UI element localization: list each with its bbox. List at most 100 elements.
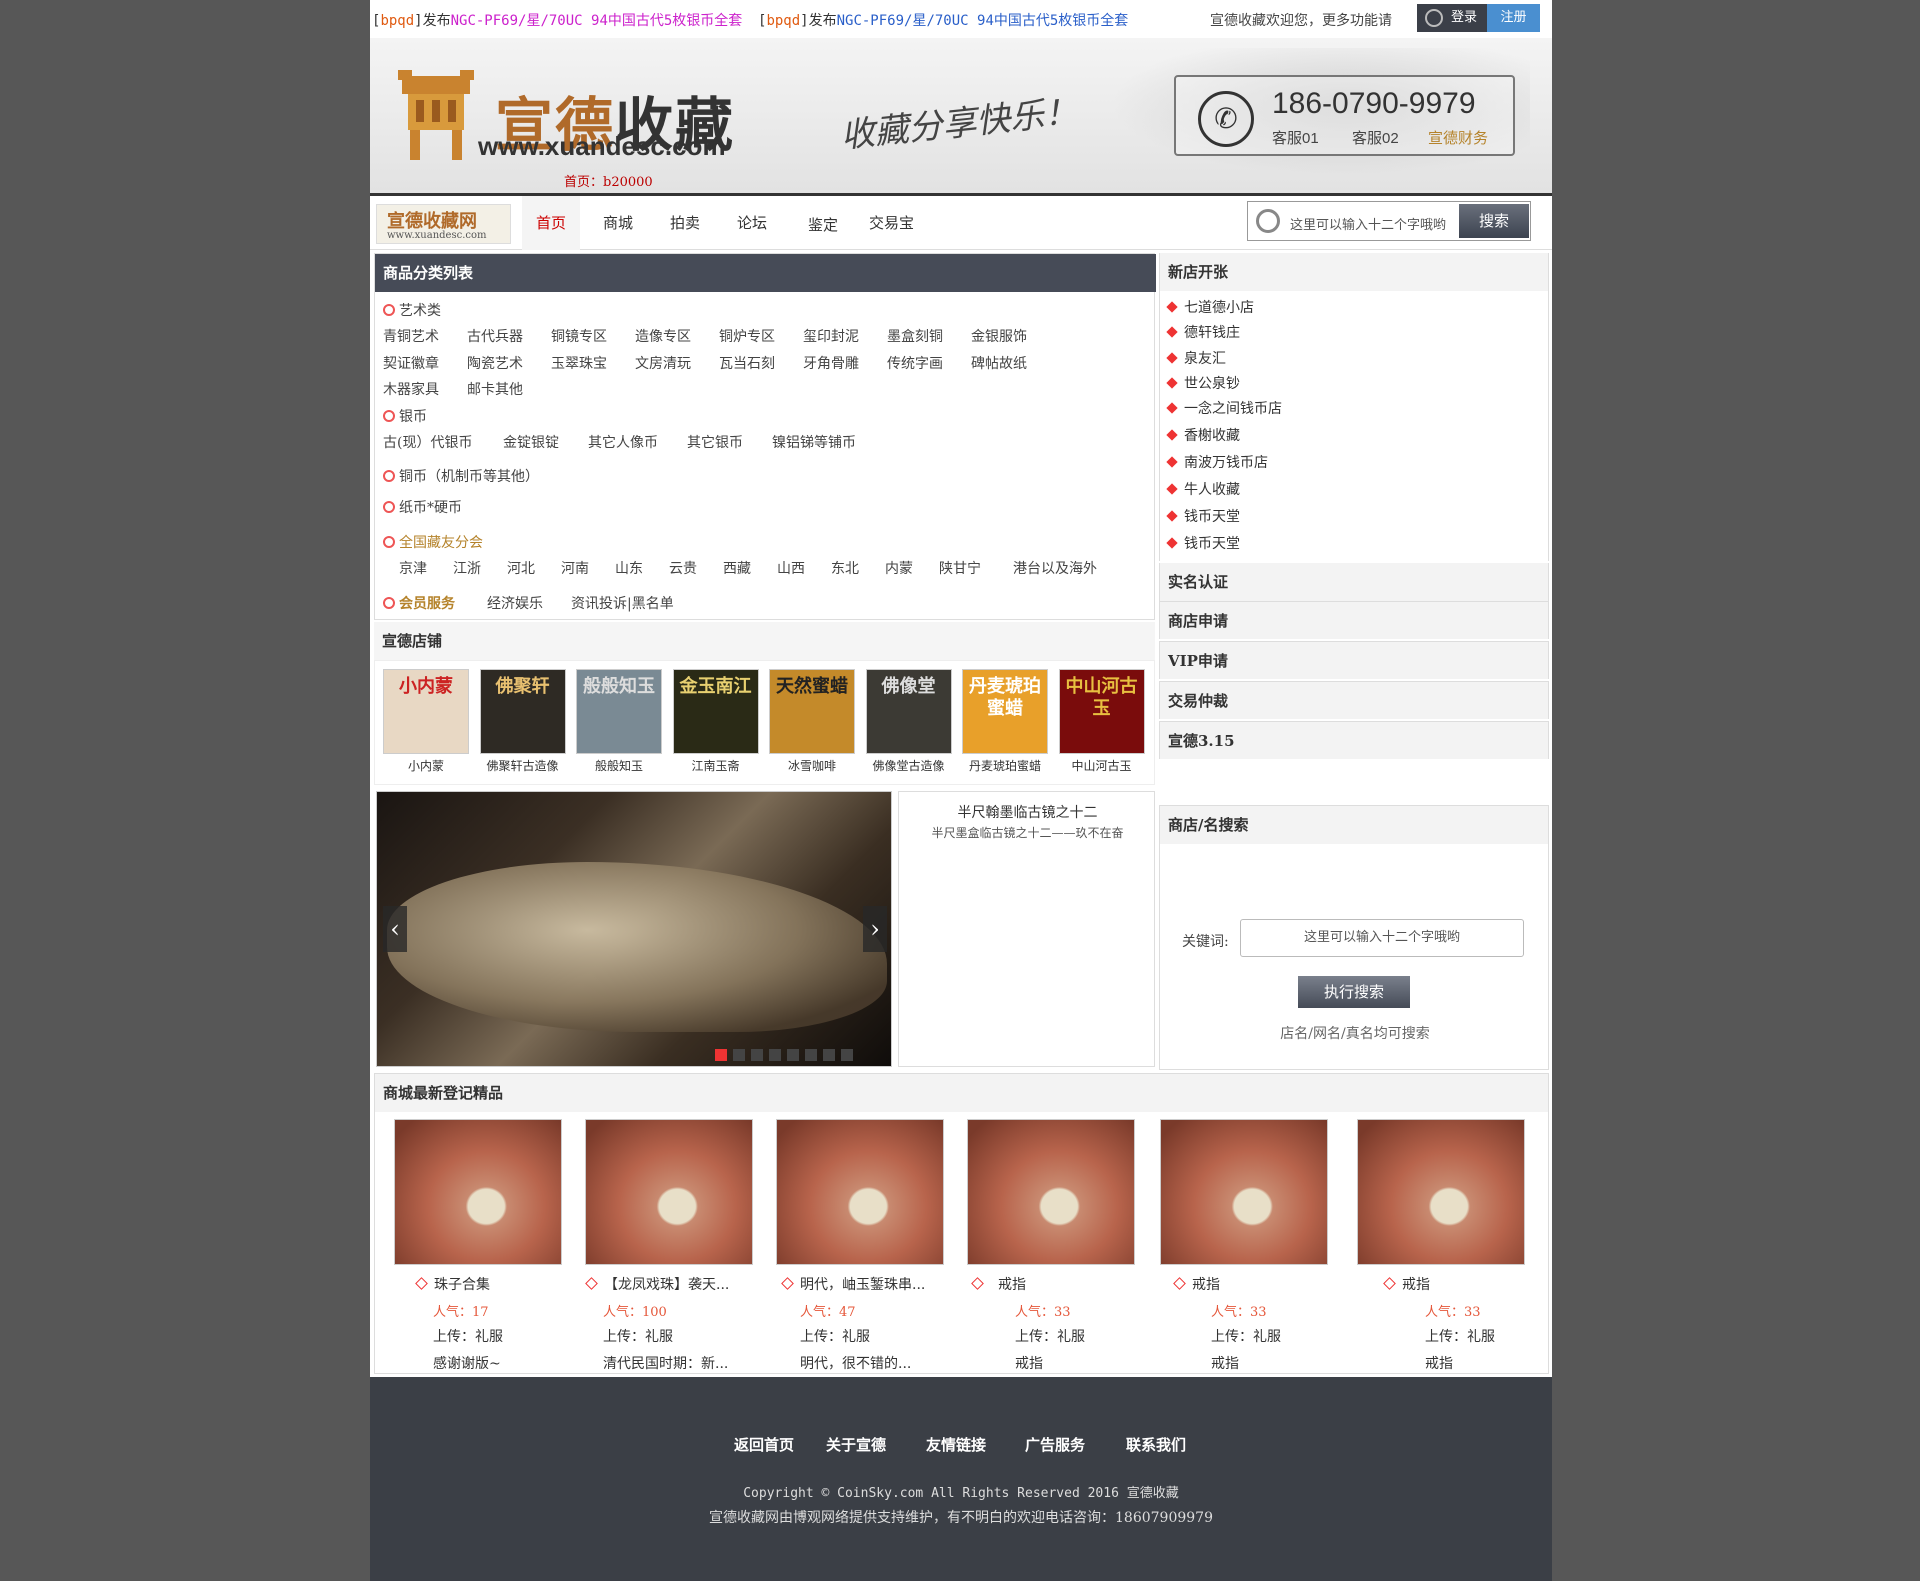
category-link[interactable]: 传统字画 — [887, 353, 943, 373]
category-link[interactable]: 青铜艺术 — [383, 326, 439, 346]
slider-dot[interactable] — [823, 1049, 835, 1061]
prev-arrow-icon[interactable]: ‹ — [383, 906, 407, 952]
link-shop-apply[interactable]: 商店申请 — [1159, 601, 1549, 639]
category-link[interactable]: 木器家具 — [383, 379, 439, 399]
cat-silver[interactable]: 银币 — [383, 406, 427, 426]
image-slider[interactable]: ‹ › — [376, 791, 892, 1067]
category-link[interactable]: 京津 — [399, 558, 427, 578]
slider-dot[interactable] — [751, 1049, 763, 1061]
nav-trade[interactable]: 交易宝 — [869, 196, 914, 250]
category-link[interactable]: 云贵 — [669, 558, 697, 578]
footer-about[interactable]: 关于宣德 — [826, 1434, 886, 1455]
category-link[interactable]: 西藏 — [723, 558, 751, 578]
nav-auction[interactable]: 拍卖 — [670, 196, 700, 250]
shop-card[interactable]: 天然蜜蜡 冰雪咖啡 — [769, 669, 855, 774]
product-image[interactable] — [585, 1119, 753, 1265]
shop-card[interactable]: 丹麦琥珀蜜蜡 丹麦琥珀蜜蜡 — [962, 669, 1048, 774]
product-name[interactable]: 珠子合集 — [415, 1274, 490, 1294]
login-button[interactable]: 登录 — [1417, 4, 1487, 32]
category-link[interactable]: 江浙 — [453, 558, 481, 578]
footer-friends[interactable]: 友情链接 — [926, 1434, 986, 1455]
product-image[interactable] — [1357, 1119, 1525, 1265]
newshop-item[interactable]: 泉友汇 — [1166, 348, 1226, 368]
slide-caption-title[interactable]: 半尺翰墨临古镜之十二 — [899, 802, 1156, 822]
category-link[interactable]: 古(现）代银币 — [383, 432, 472, 452]
link-315[interactable]: 宣德3.15 — [1159, 721, 1549, 759]
newshop-item[interactable]: 钱币天堂 — [1166, 506, 1240, 526]
slider-dot[interactable] — [715, 1049, 727, 1061]
service-link-2[interactable]: 客服02 — [1352, 127, 1399, 148]
product-card[interactable] — [585, 1119, 753, 1265]
link-vip-apply[interactable]: VIP申请 — [1159, 641, 1549, 679]
slider-dot[interactable] — [787, 1049, 799, 1061]
nav-home[interactable]: 首页 — [522, 196, 581, 250]
service-link-1[interactable]: 客服01 — [1272, 127, 1319, 148]
slider-dot[interactable] — [805, 1049, 817, 1061]
newshop-item[interactable]: 七道德小店 — [1166, 297, 1254, 317]
product-image[interactable] — [776, 1119, 944, 1265]
category-link[interactable]: 河北 — [507, 558, 535, 578]
slider-dot[interactable] — [769, 1049, 781, 1061]
newshop-item[interactable]: 世公泉钞 — [1166, 373, 1240, 393]
ticker-item[interactable]: [bpqd]发布NGC-PF69/星/70UC 94中国古代5枚银币全套 — [758, 10, 1128, 30]
category-link[interactable]: 河南 — [561, 558, 589, 578]
category-link[interactable]: 古代兵器 — [467, 326, 523, 346]
shop-card[interactable]: 中山河古玉 中山河古玉 — [1058, 669, 1145, 774]
shop-card[interactable]: 小内蒙 小内蒙 — [383, 669, 469, 774]
product-name[interactable]: 【龙凤戏珠】袭天... — [585, 1274, 729, 1294]
footer-ads[interactable]: 广告服务 — [1025, 1434, 1085, 1455]
product-card[interactable] — [1357, 1119, 1525, 1265]
nav-appraisal[interactable]: 鉴定 — [808, 198, 838, 252]
newshop-item[interactable]: 钱币天堂 — [1166, 533, 1240, 553]
link-realname[interactable]: 实名认证 — [1159, 563, 1549, 601]
category-link[interactable]: 铜炉专区 — [719, 326, 775, 346]
product-card[interactable] — [776, 1119, 944, 1265]
product-name[interactable]: 戒指 — [971, 1274, 1026, 1294]
category-link[interactable]: 文房清玩 — [635, 353, 691, 373]
cat-art[interactable]: 艺术类 — [383, 300, 441, 320]
category-link[interactable]: 港台以及海外 — [1013, 558, 1097, 578]
category-link[interactable]: 陶瓷艺术 — [467, 353, 523, 373]
category-link[interactable]: 金锭银锭 — [503, 432, 559, 452]
newshop-item[interactable]: 牛人收藏 — [1166, 479, 1240, 499]
product-image[interactable] — [967, 1119, 1135, 1265]
search-button[interactable]: 搜索 — [1459, 204, 1529, 238]
product-name[interactable]: 戒指 — [1383, 1274, 1430, 1294]
product-name[interactable]: 明代，岫玉錾珠串... — [781, 1274, 925, 1294]
product-name[interactable]: 戒指 — [1173, 1274, 1220, 1294]
cat-member[interactable]: 会员服务 — [383, 593, 455, 613]
nav-mall[interactable]: 商城 — [603, 196, 633, 250]
category-link[interactable]: 瓦当石刻 — [719, 353, 775, 373]
category-link[interactable]: 牙角骨雕 — [803, 353, 859, 373]
shop-card[interactable]: 金玉南江 江南玉斋 — [672, 669, 759, 774]
product-card[interactable] — [394, 1119, 562, 1265]
shop-card[interactable]: 般般知玉 般般知玉 — [576, 669, 662, 774]
cat-copper[interactable]: 铜币（机制币等其他） — [383, 466, 539, 486]
slider-dot[interactable] — [733, 1049, 745, 1061]
newshop-item[interactable]: 南波万钱币店 — [1166, 452, 1268, 472]
cat-paper[interactable]: 纸币*硬币 — [383, 497, 462, 517]
cat-branch[interactable]: 全国藏友分会 — [383, 532, 483, 552]
newshop-item[interactable]: 香榭收藏 — [1166, 425, 1240, 445]
link-arbitration[interactable]: 交易仲裁 — [1159, 681, 1549, 719]
category-link[interactable]: 碑帖故纸 — [971, 353, 1027, 373]
shop-card[interactable]: 佛聚轩 佛聚轩古造像 — [479, 669, 566, 774]
next-arrow-icon[interactable]: › — [863, 906, 887, 952]
footer-contact[interactable]: 联系我们 — [1126, 1434, 1186, 1455]
category-link[interactable]: 邮卡其他 — [467, 379, 523, 399]
nav-logo[interactable]: 宣德收藏网 www.xuandesc.com — [376, 204, 511, 244]
category-link[interactable]: 内蒙 — [885, 558, 913, 578]
category-link[interactable]: 其它银币 — [687, 432, 743, 452]
register-button[interactable]: 注册 — [1487, 4, 1540, 32]
category-link[interactable]: 造像专区 — [635, 326, 691, 346]
ticker-item[interactable]: [bpqd]发布NGC-PF69/星/70UC 94中国古代5枚银币全套 — [372, 10, 742, 30]
nav-forum[interactable]: 论坛 — [737, 196, 767, 250]
category-link[interactable]: 东北 — [831, 558, 859, 578]
product-image[interactable] — [1160, 1119, 1328, 1265]
category-link[interactable]: 镍铝锑等铺币 — [772, 432, 856, 452]
category-link[interactable]: 金银服饰 — [971, 326, 1027, 346]
shop-card[interactable]: 佛像堂 佛像堂古造像 — [865, 669, 952, 774]
newshop-item[interactable]: 一念之间钱币店 — [1166, 398, 1282, 418]
product-card[interactable] — [967, 1119, 1135, 1265]
keyword-input[interactable]: 这里可以输入十二个字哦哟 — [1240, 919, 1524, 957]
